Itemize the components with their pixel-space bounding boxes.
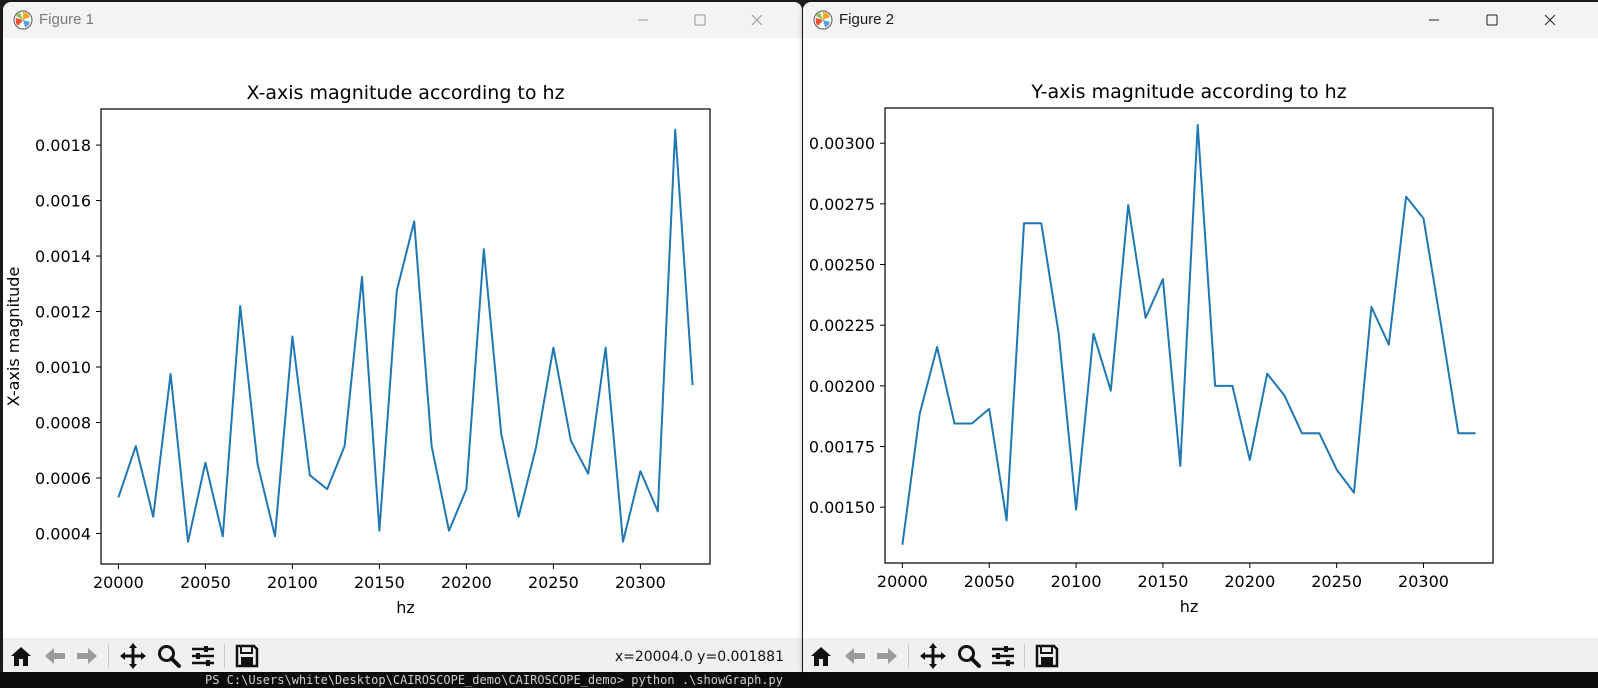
pan-move-icon[interactable] (918, 642, 948, 670)
y-tick-label: 0.0018 (35, 136, 91, 155)
back-arrow-icon[interactable] (40, 642, 70, 670)
y-tick-label: 0.00225 (809, 316, 875, 335)
configure-subplots-icon[interactable] (188, 642, 218, 670)
y-tick-label: 0.0008 (35, 414, 91, 433)
pan-move-icon[interactable] (118, 642, 148, 670)
y-tick-label: 0.00200 (809, 377, 875, 396)
x-tick-label: 20000 (93, 573, 144, 592)
y-tick-label: 0.0012 (35, 303, 91, 322)
maximize-button[interactable] (1469, 2, 1515, 38)
toolbar-separator (1024, 644, 1025, 668)
y-tick-label: 0.0014 (35, 247, 91, 266)
chart-1-svg[interactable]: X-axis magnitude according to hz 20000 200… (3, 38, 802, 638)
x-axis-label: hz (396, 598, 415, 617)
navigation-toolbar (803, 638, 1598, 672)
y-tick-label: 0.00150 (809, 498, 875, 517)
x-tick-label: 20150 (354, 573, 405, 592)
x-tick-label: 20100 (267, 573, 318, 592)
zoom-magnifier-icon[interactable] (954, 642, 984, 670)
configure-subplots-icon[interactable] (988, 642, 1018, 670)
navigation-toolbar: x=20004.0 y=0.001881 (3, 638, 802, 672)
close-button[interactable] (734, 2, 780, 38)
back-arrow-icon[interactable] (840, 642, 870, 670)
series-line (117, 128, 694, 543)
toolbar-separator (108, 644, 109, 668)
x-tick-label: 20200 (1224, 572, 1275, 591)
axes-frame (884, 107, 1494, 564)
minimize-button[interactable] (1411, 2, 1457, 38)
matplotlib-logo-icon (813, 10, 833, 30)
title-bar[interactable]: Figure 2 (803, 2, 1598, 38)
x-tick-label: 20000 (877, 572, 928, 591)
toolbar-separator (908, 644, 909, 668)
save-floppy-icon[interactable] (232, 642, 262, 670)
y-tick-label: 0.00275 (809, 195, 875, 214)
close-button[interactable] (1527, 2, 1573, 38)
chart-2-svg[interactable]: Y-axis magnitude according to hz 20000 200… (803, 38, 1598, 638)
forward-arrow-icon[interactable] (872, 642, 902, 670)
home-icon[interactable] (806, 642, 836, 670)
terminal-command-line: PS C:\Users\white\Desktop\CAIROSCOPE_dem… (0, 672, 1598, 688)
x-tick-label: 20150 (1137, 572, 1188, 591)
y-tick-label: 0.0004 (35, 524, 91, 543)
x-tick-label: 20250 (1311, 572, 1362, 591)
figure-canvas[interactable]: Y-axis magnitude according to hz 20000 200… (803, 38, 1598, 640)
figure-window-1: Figure 1 X-axis magnitude according to h… (3, 2, 802, 672)
y-tick-label: 0.0010 (35, 358, 91, 377)
toolbar-separator (224, 644, 225, 668)
window-title: Figure 2 (839, 11, 895, 28)
x-tick-label: 20250 (528, 573, 579, 592)
x-tick-label: 20050 (964, 572, 1015, 591)
zoom-magnifier-icon[interactable] (154, 642, 184, 670)
maximize-button[interactable] (677, 2, 723, 38)
series-line (901, 124, 1476, 545)
minimize-button[interactable] (620, 2, 666, 38)
x-tick-label: 20100 (1051, 572, 1102, 591)
y-axis-label: X-axis magnitude (4, 267, 23, 407)
x-axis-label: hz (1180, 597, 1199, 616)
y-tick-label: 0.0006 (35, 469, 91, 488)
save-floppy-icon[interactable] (1032, 642, 1062, 670)
title-bar[interactable]: Figure 1 (3, 2, 802, 38)
y-tick-label: 0.0016 (35, 192, 91, 211)
y-tick-label: 0.00300 (809, 134, 875, 153)
x-tick-label: 20300 (1398, 572, 1449, 591)
figure-window-2: Figure 2 Y-axis magnitude according to h… (803, 2, 1598, 672)
window-title: Figure 1 (39, 11, 95, 28)
y-tick-label: 0.00250 (809, 256, 875, 275)
chart-title: Y-axis magnitude according to hz (1030, 81, 1346, 103)
x-tick-label: 20050 (180, 573, 231, 592)
figure-canvas[interactable]: X-axis magnitude according to hz 20000 200… (3, 38, 802, 640)
chart-title: X-axis magnitude according to hz (246, 82, 564, 104)
y-tick-label: 0.00175 (809, 438, 875, 457)
matplotlib-logo-icon (13, 10, 33, 30)
home-icon[interactable] (6, 642, 36, 670)
x-tick-label: 20300 (615, 573, 666, 592)
forward-arrow-icon[interactable] (72, 642, 102, 670)
x-tick-label: 20200 (441, 573, 492, 592)
cursor-coordinates-readout: x=20004.0 y=0.001881 (614, 649, 784, 665)
